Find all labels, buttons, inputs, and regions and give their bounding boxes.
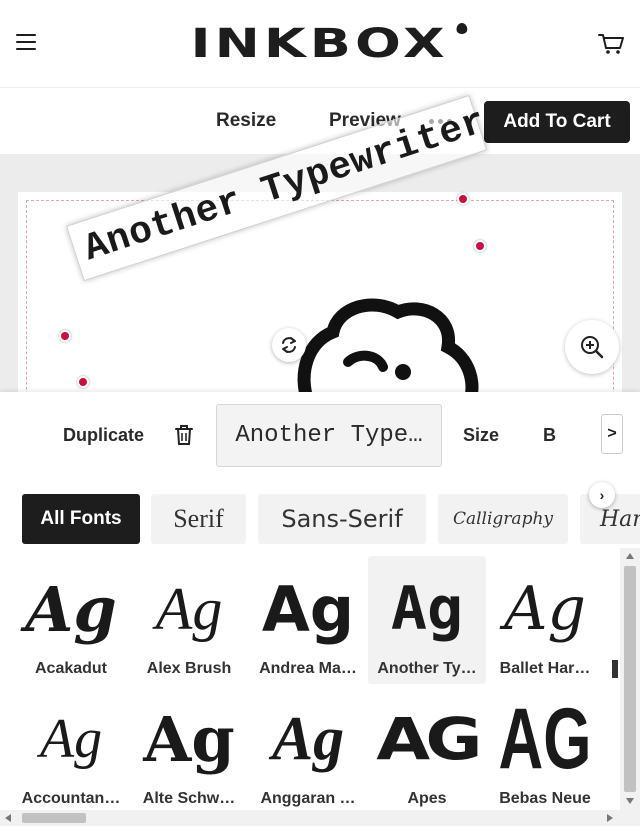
chip-all-fonts[interactable]: All Fonts	[22, 494, 140, 544]
scroll-right-icon[interactable]	[607, 814, 613, 822]
duplicate-button[interactable]: Duplicate	[63, 425, 144, 446]
vertical-scroll-thumb[interactable]	[624, 566, 636, 792]
font-name: Ballet Har…	[499, 660, 591, 677]
font-name: Anggaran …	[260, 790, 356, 807]
font-sample: Ag	[143, 702, 235, 776]
font-select[interactable]: Another Type…	[216, 404, 442, 467]
font-sample: Ag	[155, 575, 223, 642]
font-name: Bebas Neue	[499, 790, 591, 807]
font-tile-partial	[612, 660, 618, 678]
font-tile[interactable]: Ag Ballet Har…	[486, 556, 604, 684]
scroll-down-icon[interactable]	[626, 798, 634, 804]
chip-calligraphy[interactable]: Calligraphy	[438, 494, 568, 544]
hamburger-icon[interactable]	[16, 34, 36, 50]
logo-text: INKBOX	[190, 20, 450, 67]
font-name: Another Ty…	[377, 660, 477, 677]
font-tile[interactable]: AG Apes	[368, 686, 486, 810]
font-name: Andrea Ma…	[259, 660, 357, 677]
font-sample: Ag	[390, 574, 464, 644]
font-sample: Ag	[261, 572, 355, 646]
scroll-left-icon[interactable]	[5, 814, 11, 822]
cart-icon[interactable]	[598, 33, 624, 55]
bold-button[interactable]: B	[543, 425, 556, 446]
resize-handle-tr[interactable]	[457, 193, 469, 205]
font-sample: AG	[498, 690, 592, 787]
properties-next-button[interactable]: >	[601, 414, 623, 454]
font-tile[interactable]: Ag Andrea Ma…	[249, 556, 367, 684]
inkbox-logo[interactable]: INKBOX	[190, 20, 468, 67]
font-name: Accountan…	[21, 790, 121, 807]
text-properties-bar: Duplicate Another Type… Size B >	[0, 392, 640, 478]
font-tile-selected[interactable]: Ag Another Ty…	[368, 556, 486, 684]
font-tile[interactable]: AG Bebas Neue	[486, 686, 604, 810]
resize-button[interactable]: Resize	[216, 110, 276, 132]
size-button[interactable]: Size	[463, 425, 499, 446]
font-grid-vertical-scrollbar[interactable]	[620, 548, 640, 810]
font-tile[interactable]: Ag Acakadut	[12, 556, 130, 684]
font-tile[interactable]: Ag Anggaran …	[249, 686, 367, 810]
font-sample: Ag	[504, 574, 586, 644]
font-name: Alex Brush	[146, 660, 232, 677]
resize-handle-bl[interactable]	[77, 376, 89, 388]
font-tile[interactable]: Ag Accountan…	[12, 686, 130, 810]
rotate-icon[interactable]	[272, 328, 306, 362]
design-canvas-area: Another Typewriter	[0, 94, 640, 420]
font-sample: Ag	[271, 704, 345, 773]
resize-handle-l[interactable]	[59, 330, 71, 342]
font-sample: Ag	[39, 708, 103, 770]
font-tile[interactable]: Ag Alex Brush	[130, 556, 248, 684]
chip-serif[interactable]: Serif	[151, 494, 246, 544]
zoom-in-icon[interactable]	[565, 320, 619, 374]
font-name: Acakadut	[34, 660, 108, 677]
horizontal-scroll-thumb[interactable]	[22, 813, 86, 823]
add-to-cart-button[interactable]: Add To Cart	[484, 101, 630, 143]
font-name: Alte Schw…	[142, 790, 236, 807]
font-category-chips: All Fonts Serif Sans-Serif Calligraphy H…	[0, 478, 640, 548]
font-editor-page: INKBOX Resize Preview Add To Cart Anothe…	[0, 0, 640, 835]
font-grid-horizontal-scrollbar[interactable]	[0, 810, 640, 826]
font-sample: AG	[376, 705, 482, 773]
logo-drop-icon	[457, 22, 468, 34]
font-sample: Ag	[25, 572, 117, 646]
resize-handle-r[interactable]	[474, 240, 486, 252]
font-grid: Ag Acakadut Ag Alex Brush Ag Andrea Ma… …	[0, 548, 620, 810]
font-name: Apes	[407, 790, 447, 807]
font-tile[interactable]: Ag Alte Schw…	[130, 686, 248, 810]
site-header: INKBOX	[0, 0, 640, 88]
chip-sans-serif[interactable]: Sans-Serif	[258, 494, 426, 544]
trash-icon[interactable]	[175, 424, 193, 446]
chevron-right-icon[interactable]: ›	[589, 482, 615, 508]
scroll-up-icon[interactable]	[626, 553, 634, 559]
